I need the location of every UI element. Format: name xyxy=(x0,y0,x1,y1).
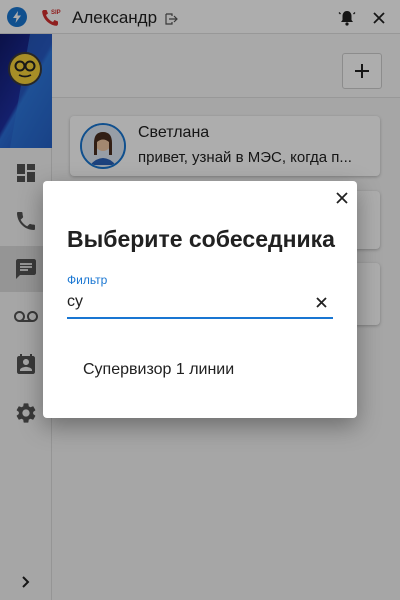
dialog-close-button[interactable] xyxy=(331,187,353,209)
clear-icon xyxy=(315,296,327,308)
dialog-title: Выберите собеседника xyxy=(67,226,335,252)
filter-input[interactable] xyxy=(67,289,303,315)
filter-underline xyxy=(67,317,333,319)
select-contact-dialog: Выберите собеседника Фильтр Супервизор 1… xyxy=(43,181,357,418)
close-icon xyxy=(336,192,348,204)
clear-filter-button[interactable] xyxy=(311,292,331,312)
contact-result-item[interactable]: Супервизор 1 линии xyxy=(83,361,234,379)
filter-label: Фильтр xyxy=(67,273,108,287)
